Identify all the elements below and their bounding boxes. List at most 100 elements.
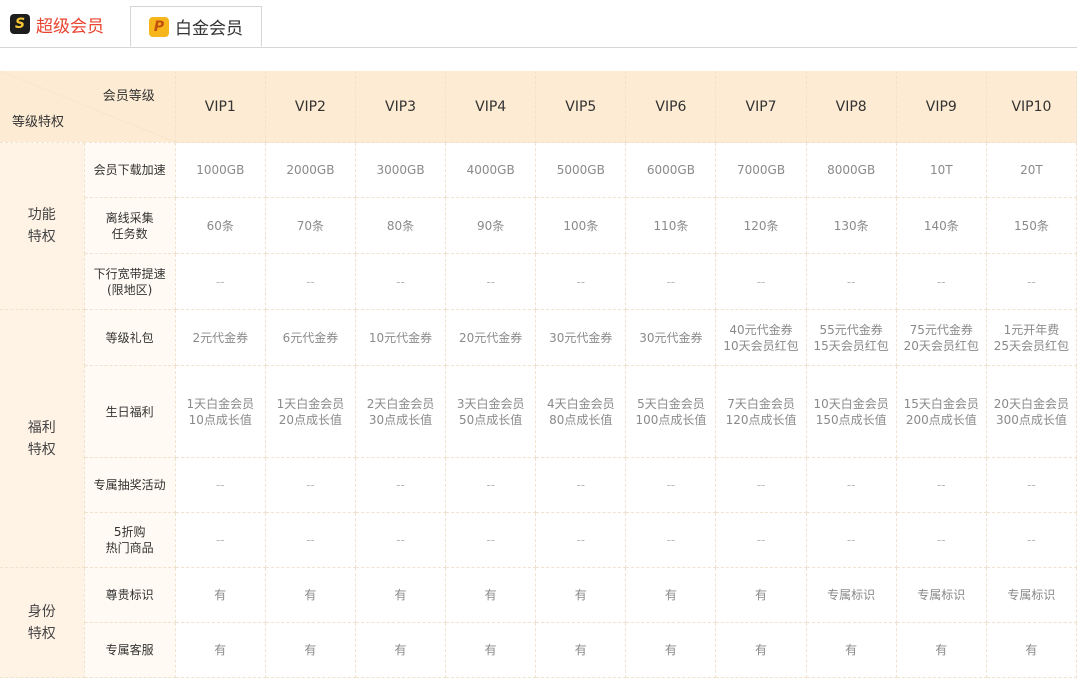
privilege-value: 有 <box>625 567 717 623</box>
privilege-value: -- <box>265 457 356 513</box>
privilege-value: 130条 <box>806 197 897 254</box>
privilege-value: -- <box>355 253 447 310</box>
feature-label: 尊贵标识 <box>84 567 176 623</box>
privilege-value: -- <box>625 512 717 568</box>
privilege-value: 30元代金券 <box>625 309 717 366</box>
privilege-value: -- <box>715 457 807 513</box>
table-row: 5折购 热门商品 -- -- -- -- -- -- -- -- -- -- <box>0 512 1078 568</box>
privilege-value: 有 <box>175 567 266 623</box>
level-header: VIP8 <box>806 71 897 143</box>
privilege-value: 60条 <box>175 197 266 254</box>
privilege-value: 20元代金券 <box>445 309 537 366</box>
header-row: 会员等级 等级特权 VIP1 VIP2 VIP3 VIP4 VIP5 VIP6 … <box>0 71 1078 143</box>
level-header: VIP5 <box>535 71 627 143</box>
platinum-member-icon: P <box>149 16 169 37</box>
privilege-value: 1天白金会员 20点成长值 <box>265 365 356 458</box>
privilege-value: 55元代金券 15天会员红包 <box>806 309 897 366</box>
privilege-group-name: 特权 <box>27 229 56 245</box>
privilege-group-cell: 福利 特权 <box>0 309 85 568</box>
privilege-group-cell: 身份 特权 <box>0 567 85 678</box>
privilege-value: 110条 <box>625 197 717 254</box>
level-header: VIP7 <box>715 71 807 143</box>
feature-label: 5折购 热门商品 <box>84 512 176 568</box>
privilege-value: 有 <box>625 622 717 678</box>
privilege-value: 5000GB <box>535 142 627 198</box>
member-tabs: S 超级会员 P 白金会员 <box>0 0 1080 48</box>
privilege-value: -- <box>355 457 447 513</box>
privilege-value: -- <box>535 457 627 513</box>
privilege-value: 140条 <box>896 197 987 254</box>
privilege-value: -- <box>355 512 447 568</box>
privilege-value: 15天白金会员 200点成长值 <box>896 365 987 458</box>
privilege-value: -- <box>896 253 987 310</box>
level-column-label: 会员等级 <box>102 89 155 104</box>
privilege-value: 1元开年费 25天会员红包 <box>986 309 1078 366</box>
privilege-value: -- <box>896 512 987 568</box>
privilege-value: 有 <box>715 567 807 623</box>
privilege-value: 有 <box>355 622 447 678</box>
level-header: VIP10 <box>986 71 1078 143</box>
feature-label: 下行宽带提速 (限地区) <box>84 253 176 310</box>
table-row: 身份 特权 尊贵标识有有有有有有有专属标识 专属标识 专属标识 <box>0 567 1078 678</box>
privilege-value: -- <box>715 512 807 568</box>
privilege-value: -- <box>445 457 537 513</box>
privilege-value: -- <box>806 457 897 513</box>
privilege-value: -- <box>535 253 627 310</box>
privilege-value: 30元代金券 <box>535 309 627 366</box>
privilege-value: 1000GB <box>175 142 266 198</box>
privilege-value: 90条 <box>445 197 537 254</box>
table-row: 功能 特权 会员下载加速 1000GB 2000GB 3000GB 4000GB 5000GB… <box>0 142 1078 310</box>
privilege-value: 8000GB <box>806 142 897 198</box>
privilege-value: -- <box>175 253 266 310</box>
privilege-value: -- <box>175 457 266 513</box>
tabs-divider <box>0 47 1077 48</box>
privilege-row-label: 等级特权 <box>12 115 65 130</box>
privilege-value: -- <box>535 512 627 568</box>
privilege-value: 有 <box>445 567 537 623</box>
privilege-value: 有 <box>986 622 1078 678</box>
privilege-value: -- <box>806 253 897 310</box>
privilege-value: 2元代金券 <box>175 309 266 366</box>
privilege-value: 40元代金券 10天会员红包 <box>715 309 807 366</box>
table-corner-cell: 会员等级 等级特权 <box>0 71 176 143</box>
tab-super-member[interactable]: S 超级会员 <box>10 8 104 40</box>
tab-platinum-member[interactable]: P 白金会员 <box>130 6 262 47</box>
privilege-value: 80条 <box>355 197 447 254</box>
privilege-value: 有 <box>535 567 627 623</box>
privilege-value: 3天白金会员 50点成长值 <box>445 365 537 458</box>
privilege-value: 专属标识 <box>806 567 897 623</box>
privilege-value: 3000GB <box>355 142 447 198</box>
table-row: 福利 特权 等级礼包 2元代金券 6元代金券 10元代金券 20元代金券 30元代金券 30元代… <box>0 309 1078 568</box>
feature-label: 生日福利 <box>84 365 176 458</box>
privilege-value: -- <box>175 512 266 568</box>
privilege-value: -- <box>896 457 987 513</box>
privilege-value: 20天白金会员 300点成长值 <box>986 365 1078 458</box>
privilege-value: 5天白金会员 100点成长值 <box>625 365 717 458</box>
privilege-value: -- <box>265 253 356 310</box>
privilege-value: 有 <box>265 622 356 678</box>
privilege-value: -- <box>986 253 1078 310</box>
privilege-value: -- <box>986 457 1078 513</box>
tab-super-member-label: 超级会员 <box>36 16 104 37</box>
feature-label: 离线采集 任务数 <box>84 197 176 254</box>
privilege-value: -- <box>806 512 897 568</box>
level-header: VIP3 <box>355 71 447 143</box>
privilege-value: -- <box>625 253 717 310</box>
privilege-group-name: 特权 <box>27 441 56 458</box>
privilege-value: 150条 <box>986 197 1078 254</box>
privilege-value: 有 <box>896 622 987 678</box>
privilege-value: 有 <box>535 622 627 678</box>
privilege-value: 10元代金券 <box>355 309 447 366</box>
privilege-value: 有 <box>715 622 807 678</box>
privilege-value: 6000GB <box>625 142 717 198</box>
privilege-table: 会员等级 等级特权 VIP1 VIP2 VIP3 VIP4 VIP5 VIP6 … <box>0 71 1078 678</box>
privilege-value: 有 <box>445 622 537 678</box>
privilege-value: 10天白金会员 150点成长值 <box>806 365 897 458</box>
privilege-group-name: 身份 <box>27 603 56 620</box>
privilege-value: -- <box>715 253 807 310</box>
level-header: VIP9 <box>896 71 987 143</box>
privilege-value: 4天白金会员 80点成长值 <box>535 365 627 458</box>
table-row: 专属客服有有有有有有有有有有 <box>0 622 1078 678</box>
level-header: VIP4 <box>445 71 537 143</box>
privilege-group-cell: 功能 特权 <box>0 142 85 310</box>
